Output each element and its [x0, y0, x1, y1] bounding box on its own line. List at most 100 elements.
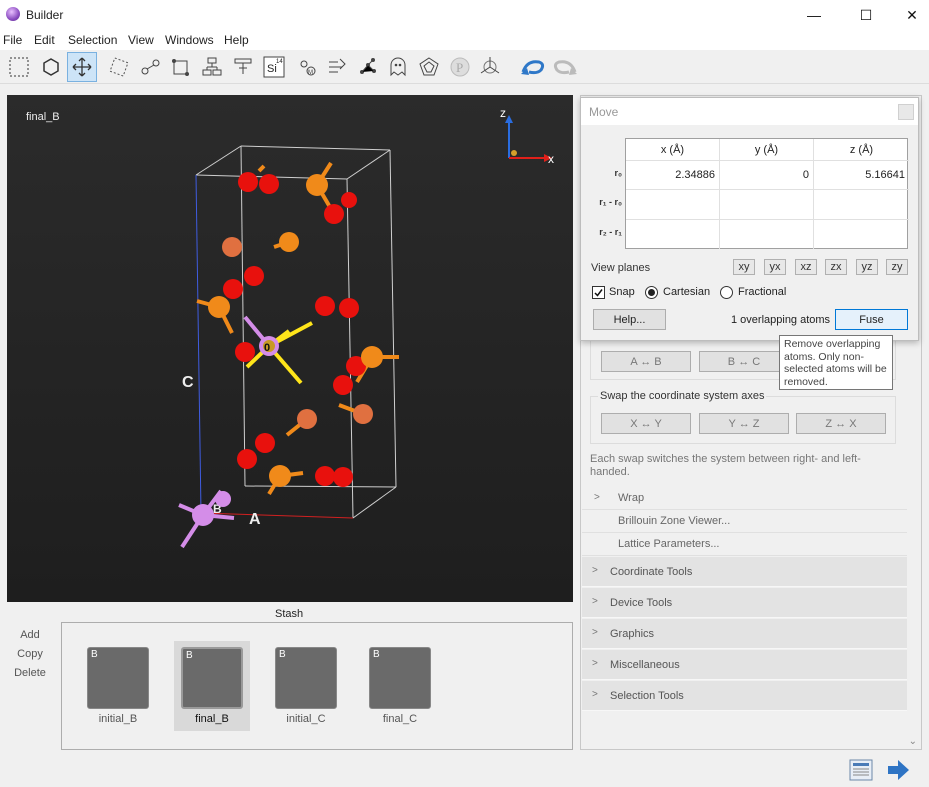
structure-thumbnail: B — [369, 647, 431, 709]
lattice-c-label: C — [182, 374, 194, 391]
stash-item-name: final_C — [382, 713, 418, 725]
menu-selection[interactable]: Selection — [68, 33, 117, 47]
app-logo-icon — [6, 7, 20, 21]
svg-text:P: P — [456, 60, 463, 75]
wrap-row[interactable]: > Wrap — [582, 487, 907, 510]
r1-z-cell[interactable] — [814, 190, 909, 220]
view-plane-yz-button[interactable]: yz — [856, 259, 878, 275]
chevron-right-icon: > — [592, 627, 598, 638]
bond-icon[interactable] — [136, 52, 166, 82]
fractional-label: Fractional — [738, 286, 787, 298]
undo-icon[interactable] — [518, 52, 548, 82]
view-plane-xy-button[interactable]: xy — [733, 259, 755, 275]
stash-item-name: final_B — [195, 713, 229, 725]
lattice-a-label: A — [249, 511, 261, 528]
close-button[interactable]: ✕ — [889, 0, 929, 30]
cell-icon[interactable] — [166, 52, 196, 82]
section-coordinate-tools[interactable]: > Coordinate Tools — [582, 557, 907, 587]
move-dialog-header: Move — [581, 98, 918, 125]
r2-z-cell[interactable] — [814, 220, 909, 249]
stash-item-selected[interactable]: B final_B — [174, 641, 250, 731]
chevron-right-icon: > — [592, 565, 598, 576]
stash-delete-button[interactable]: Delete — [8, 664, 52, 683]
r0-x-cell[interactable]: 2.34886 — [626, 161, 720, 190]
origin-atom-label: 0 — [264, 342, 270, 354]
stash-item[interactable]: B final_C — [362, 641, 438, 731]
help-button[interactable]: Help... — [593, 309, 666, 330]
r0-z-cell[interactable]: 5.16641 — [814, 161, 909, 190]
section-graphics[interactable]: > Graphics — [582, 619, 907, 649]
structure-thumbnail: B — [87, 647, 149, 709]
tag-icon[interactable] — [104, 52, 134, 82]
tree-icon[interactable] — [197, 52, 227, 82]
menu-windows[interactable]: Windows — [165, 33, 214, 47]
window-title: Builder — [26, 8, 64, 22]
r0-y-cell[interactable]: 0 — [720, 161, 814, 190]
stash-item-name: initial_C — [286, 713, 326, 725]
ghost-icon[interactable] — [383, 52, 413, 82]
swap-a-b-button[interactable]: A ↔ B — [601, 351, 691, 372]
rotate-icon[interactable] — [36, 52, 66, 82]
scroll-down-icon[interactable]: ⌄ — [909, 736, 917, 747]
maximize-button[interactable]: ☐ — [843, 0, 889, 30]
swap-z-x-button[interactable]: Z ↔ X — [796, 413, 886, 434]
axis-x-label: x — [548, 152, 554, 166]
swap-y-z-button[interactable]: Y ↔ Z — [699, 413, 789, 434]
stash-add-button[interactable]: Add — [8, 626, 52, 645]
menu-edit[interactable]: Edit — [34, 33, 55, 47]
transform-icon[interactable] — [322, 52, 352, 82]
minimize-button[interactable]: — — [791, 0, 837, 30]
menu-view[interactable]: View — [128, 33, 154, 47]
title-bar: Builder — ☐ ✕ — [0, 0, 929, 30]
view-planes-label: View planes — [591, 262, 651, 274]
chevron-right-icon: > — [594, 492, 600, 503]
overlap-status-text: 1 overlapping atoms — [731, 314, 831, 326]
r2-x-cell[interactable] — [626, 220, 720, 249]
select-rectangle-icon[interactable] — [4, 52, 34, 82]
molecule-icon[interactable]: M — [292, 52, 322, 82]
menu-bar: File Edit Selection View Windows Help — [0, 30, 929, 50]
send-to-icon[interactable] — [885, 757, 911, 786]
stash-item[interactable]: B initial_B — [80, 641, 156, 731]
fractional-radio[interactable] — [720, 286, 733, 299]
stash-actions: Add Copy Delete — [8, 626, 52, 683]
view-plane-yx-button[interactable]: yx — [764, 259, 786, 275]
axes-icon[interactable] — [475, 52, 505, 82]
stash-copy-button[interactable]: Copy — [8, 645, 52, 664]
swap-x-y-button[interactable]: X ↔ Y — [601, 413, 691, 434]
view-plane-zy-button[interactable]: zy — [886, 259, 908, 275]
crystal-icon[interactable] — [414, 52, 444, 82]
chevron-right-icon: > — [592, 689, 598, 700]
section-miscellaneous[interactable]: > Miscellaneous — [582, 650, 907, 680]
graph-icon[interactable] — [353, 52, 383, 82]
section-selection-tools[interactable]: > Selection Tools — [582, 681, 907, 711]
menu-help[interactable]: Help — [224, 33, 249, 47]
redo-icon[interactable] — [550, 52, 580, 82]
structure-viewport[interactable]: final_B z x C A B 0 — [7, 95, 573, 602]
snap-checkbox[interactable] — [592, 286, 605, 299]
r1-x-cell[interactable] — [626, 190, 720, 220]
toolbar: Si 14 M P — [0, 50, 929, 84]
move-icon[interactable] — [67, 52, 97, 82]
cartesian-radio[interactable] — [645, 286, 658, 299]
view-plane-zx-button[interactable]: zx — [825, 259, 847, 275]
fuse-tooltip: Remove overlapping atoms. Only non-selec… — [779, 335, 893, 390]
periodic-table-icon[interactable]: Si 14 — [259, 52, 289, 82]
brillouin-zone-viewer-row[interactable]: Brillouin Zone Viewer... — [582, 510, 907, 533]
swap-b-c-button[interactable]: B ↔ C — [699, 351, 789, 372]
section-device-tools[interactable]: > Device Tools — [582, 588, 907, 618]
close-icon[interactable] — [898, 104, 914, 120]
stash-item[interactable]: B initial_C — [268, 641, 344, 731]
row-label-r2: r₂ - r₁ — [599, 227, 622, 237]
lattice-parameters-row[interactable]: Lattice Parameters... — [582, 533, 907, 556]
builder-icon[interactable] — [228, 52, 258, 82]
fuse-button[interactable]: Fuse — [835, 309, 908, 330]
report-icon[interactable] — [848, 757, 876, 786]
view-plane-xz-button[interactable]: xz — [795, 259, 817, 275]
quantum-icon[interactable]: P — [445, 52, 475, 82]
swap-axes-title: Swap the coordinate system axes — [598, 390, 767, 403]
stash-item-name: initial_B — [98, 713, 138, 725]
menu-file[interactable]: File — [3, 33, 22, 47]
r1-y-cell[interactable] — [720, 190, 814, 220]
r2-y-cell[interactable] — [720, 220, 814, 249]
